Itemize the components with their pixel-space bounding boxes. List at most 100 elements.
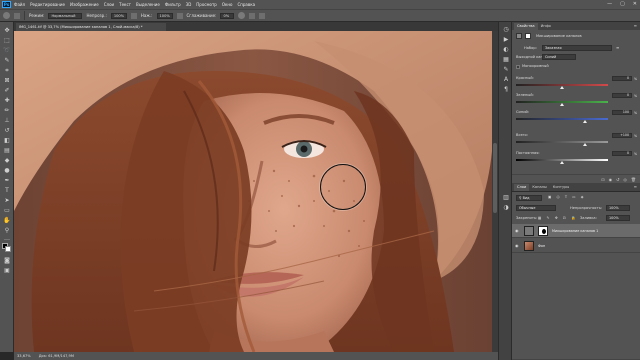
- monochrome-checkbox[interactable]: [516, 65, 520, 69]
- gear-icon[interactable]: [238, 12, 246, 19]
- gradient-tool-icon[interactable]: ▤: [3, 147, 11, 154]
- flow-field[interactable]: 100%: [156, 12, 173, 19]
- fill-field[interactable]: 100%: [606, 215, 630, 221]
- blur-tool-icon[interactable]: ◆: [3, 157, 11, 164]
- airbrush-icon[interactable]: [176, 12, 183, 19]
- pressure-opacity-icon[interactable]: [130, 12, 137, 19]
- brush-settings-icon[interactable]: [14, 12, 20, 19]
- path-select-tool-icon[interactable]: ➤: [3, 197, 11, 204]
- clone-stamp-tool-icon[interactable]: ⊥: [3, 117, 11, 124]
- frame-tool-icon[interactable]: ⊠: [3, 77, 11, 84]
- color-icon[interactable]: ◐: [502, 46, 510, 53]
- rectangle-tool-icon[interactable]: ▭: [3, 207, 11, 214]
- channel-slider[interactable]: [516, 84, 608, 89]
- delete-icon[interactable]: 🗑: [631, 177, 636, 182]
- marquee-tool-icon[interactable]: ⬚: [3, 37, 11, 44]
- tab-properties[interactable]: Свойства: [514, 23, 538, 30]
- minimize-button[interactable]: —: [607, 1, 612, 7]
- angle-icon[interactable]: [249, 12, 256, 19]
- photoshop-logo[interactable]: Ps: [2, 1, 11, 8]
- quick-select-tool-icon[interactable]: ✎: [3, 57, 11, 64]
- reset-icon[interactable]: ↺: [616, 177, 619, 182]
- preset-select[interactable]: Заказная: [542, 45, 612, 51]
- tab-paths[interactable]: Контуры: [550, 184, 572, 191]
- menu-edit[interactable]: Редактирование: [30, 2, 65, 7]
- slider-value[interactable]: 0: [612, 76, 632, 81]
- character-icon[interactable]: A: [502, 76, 510, 83]
- healing-brush-tool-icon[interactable]: ✚: [3, 97, 11, 104]
- lasso-tool-icon[interactable]: ➰: [3, 47, 11, 54]
- libraries-icon[interactable]: ▥: [502, 194, 510, 201]
- filter-type-icons[interactable]: ▣ ◎ T ▭ ◈: [548, 195, 585, 199]
- screen-mode-icon[interactable]: ▣: [3, 267, 11, 274]
- channel-slider[interactable]: [516, 101, 608, 106]
- slider-value[interactable]: +100: [612, 133, 632, 138]
- actions-icon[interactable]: ▶: [502, 36, 510, 43]
- more-tools-icon[interactable]: …: [3, 235, 11, 242]
- menu-view[interactable]: Просмотр: [196, 2, 217, 7]
- constant-slider-thumb[interactable]: [560, 161, 564, 164]
- eraser-tool-icon[interactable]: ◧: [3, 137, 11, 144]
- layers-menu-icon[interactable]: ≡: [634, 184, 637, 189]
- brush-preset-icon[interactable]: [3, 12, 10, 19]
- scrollbar-thumb[interactable]: [493, 143, 497, 213]
- eye-icon[interactable]: ◉: [515, 243, 519, 248]
- move-tool-icon[interactable]: ✥: [3, 27, 11, 34]
- slider-thumb[interactable]: [583, 120, 587, 123]
- menu-layers[interactable]: Слои: [104, 2, 114, 7]
- view-previous-icon[interactable]: ◉: [609, 177, 613, 182]
- zoom-tool-icon[interactable]: ⚲: [3, 227, 11, 234]
- type-tool-icon[interactable]: T: [3, 187, 11, 194]
- slider-value[interactable]: 100: [612, 110, 632, 115]
- pressure-size-icon[interactable]: [259, 12, 266, 19]
- layer-opacity-field[interactable]: 100%: [606, 205, 630, 211]
- crop-tool-icon[interactable]: ⌗: [3, 67, 11, 74]
- paragraph-icon[interactable]: ¶: [502, 86, 510, 93]
- history-brush-tool-icon[interactable]: ↺: [3, 127, 11, 134]
- dodge-tool-icon[interactable]: ●: [3, 167, 11, 174]
- quick-mask-icon[interactable]: ◙: [3, 257, 11, 264]
- maximize-button[interactable]: ▢: [620, 1, 625, 7]
- constant-slider[interactable]: [516, 159, 608, 164]
- menu-3d[interactable]: 3D: [186, 2, 192, 7]
- layer-row-channel-mixer[interactable]: ◉ Микширование каналов 1: [512, 224, 640, 238]
- eyedropper-tool-icon[interactable]: ✐: [3, 87, 11, 94]
- menu-file[interactable]: Файл: [14, 2, 25, 7]
- slider-thumb[interactable]: [560, 86, 564, 89]
- history-icon[interactable]: ◷: [502, 26, 510, 33]
- mode-select[interactable]: Нормальный: [48, 12, 83, 19]
- tab-channels[interactable]: Каналы: [529, 184, 549, 191]
- smoothing-field[interactable]: 0%: [220, 12, 235, 19]
- close-button[interactable]: ✕: [633, 1, 637, 7]
- brush-tool-icon[interactable]: ✏: [3, 107, 11, 114]
- visibility-icon[interactable]: ◎: [623, 177, 627, 182]
- menu-filter[interactable]: Фильтр: [165, 2, 181, 7]
- menu-type[interactable]: Текст: [119, 2, 131, 7]
- tab-layers[interactable]: Слои: [514, 184, 530, 191]
- hand-tool-icon[interactable]: ✋: [3, 217, 11, 224]
- document-tab[interactable]: IMG_1461.tif @ 33,7% (Микширование канал…: [16, 23, 166, 31]
- opacity-field[interactable]: 100%: [110, 12, 127, 19]
- clip-to-layer-icon[interactable]: ⊡: [601, 177, 604, 182]
- layer-filter-select[interactable]: ⚲ Вид: [516, 195, 542, 201]
- slider-value[interactable]: 0: [612, 93, 632, 98]
- zoom-level[interactable]: 33,67%: [17, 352, 31, 360]
- background-color-swatch[interactable]: [5, 246, 11, 252]
- output-channel-select[interactable]: Синий: [542, 54, 576, 60]
- channel-slider[interactable]: [516, 141, 608, 146]
- panel-menu-icon[interactable]: ≡: [634, 23, 637, 28]
- menu-window[interactable]: Окно: [222, 2, 233, 7]
- layer-row-background[interactable]: ◉ Фон: [512, 239, 640, 253]
- menu-help[interactable]: Справка: [237, 2, 255, 7]
- eye-icon[interactable]: ◉: [515, 228, 519, 233]
- mask-icon[interactable]: [525, 33, 531, 39]
- layer-mask-thumbnail[interactable]: [538, 226, 548, 236]
- tab-info[interactable]: Инфо: [538, 23, 554, 30]
- canvas[interactable]: [14, 31, 492, 352]
- preset-menu-icon[interactable]: ≡: [616, 45, 619, 50]
- constant-value[interactable]: 0: [612, 151, 632, 156]
- lock-icons[interactable]: ▦ ✎ ✥ ⊡ 🔒: [538, 216, 577, 220]
- blend-mode-select[interactable]: Обычные: [516, 205, 556, 211]
- slider-thumb[interactable]: [583, 143, 587, 146]
- menu-image[interactable]: Изображение: [70, 2, 99, 7]
